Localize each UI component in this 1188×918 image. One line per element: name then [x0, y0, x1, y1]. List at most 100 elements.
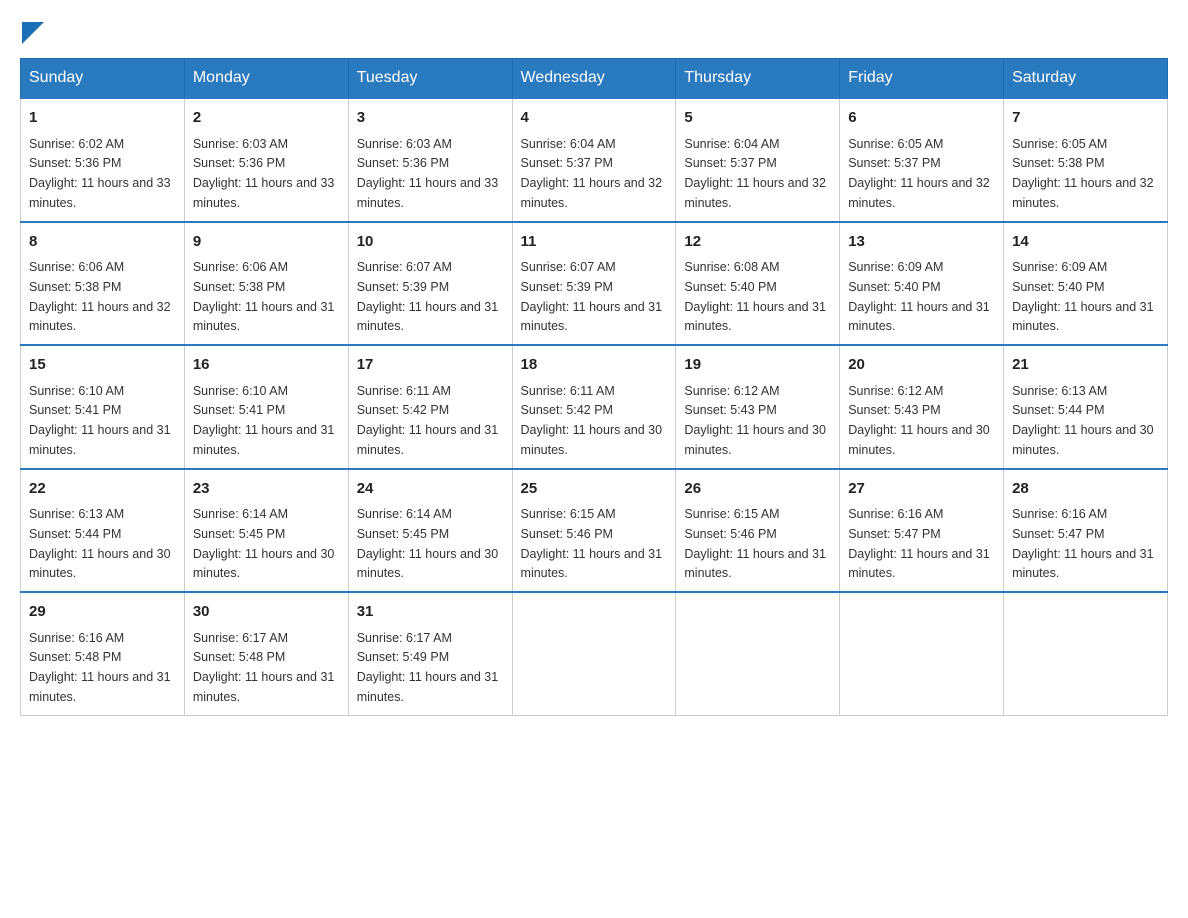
day-number: 16: [193, 354, 340, 377]
calendar-cell: 23 Sunrise: 6:14 AMSunset: 5:45 PMDayligh…: [184, 469, 348, 593]
day-info: Sunrise: 6:04 AMSunset: 5:37 PMDaylight:…: [684, 137, 826, 210]
logo-triangle-icon: [22, 22, 44, 44]
calendar-cell: [512, 592, 676, 715]
calendar-cell: 15 Sunrise: 6:10 AMSunset: 5:41 PMDayligh…: [21, 345, 185, 469]
calendar-cell: 7 Sunrise: 6:05 AMSunset: 5:38 PMDaylight…: [1004, 98, 1168, 222]
calendar-cell: 2Sunrise: 6:03 AMSunset: 5:36 PMDaylight…: [184, 98, 348, 222]
day-number: 23: [193, 478, 340, 501]
weekday-header-row: SundayMondayTuesdayWednesdayThursdayFrid…: [21, 59, 1168, 99]
day-number: 19: [684, 354, 831, 377]
day-number: 11: [521, 231, 668, 254]
calendar-cell: 21Sunrise: 6:13 AMSunset: 5:44 PMDayligh…: [1004, 345, 1168, 469]
day-info: Sunrise: 6:05 AMSunset: 5:37 PMDaylight:…: [848, 137, 990, 210]
weekday-header-saturday: Saturday: [1004, 59, 1168, 99]
day-number: 6: [848, 107, 995, 130]
day-number: 15: [29, 354, 176, 377]
week-row-2: 8 Sunrise: 6:06 AMSunset: 5:38 PMDaylight…: [21, 222, 1168, 346]
day-info: Sunrise: 6:14 AMSunset: 5:45 PMDaylight:…: [193, 507, 335, 580]
calendar-cell: 18Sunrise: 6:11 AMSunset: 5:42 PMDayligh…: [512, 345, 676, 469]
weekday-header-thursday: Thursday: [676, 59, 840, 99]
calendar-cell: 22 Sunrise: 6:13 AMSunset: 5:44 PMDayligh…: [21, 469, 185, 593]
weekday-header-wednesday: Wednesday: [512, 59, 676, 99]
calendar-cell: 25Sunrise: 6:15 AMSunset: 5:46 PMDayligh…: [512, 469, 676, 593]
day-number: 24: [357, 478, 504, 501]
day-info: Sunrise: 6:17 AMSunset: 5:49 PMDaylight:…: [357, 631, 499, 704]
day-info: Sunrise: 6:08 AMSunset: 5:40 PMDaylight:…: [684, 260, 826, 333]
calendar-cell: 17 Sunrise: 6:11 AMSunset: 5:42 PMDayligh…: [348, 345, 512, 469]
week-row-5: 29 Sunrise: 6:16 AMSunset: 5:48 PMDayligh…: [21, 592, 1168, 715]
day-number: 8: [29, 231, 176, 254]
day-number: 9: [193, 231, 340, 254]
day-info: Sunrise: 6:05 AMSunset: 5:38 PMDaylight:…: [1012, 137, 1154, 210]
day-number: 2: [193, 107, 340, 130]
weekday-header-monday: Monday: [184, 59, 348, 99]
calendar-cell: [840, 592, 1004, 715]
calendar-cell: 20 Sunrise: 6:12 AMSunset: 5:43 PMDayligh…: [840, 345, 1004, 469]
day-number: 25: [521, 478, 668, 501]
day-info: Sunrise: 6:04 AMSunset: 5:37 PMDaylight:…: [521, 137, 663, 210]
day-number: 4: [521, 107, 668, 130]
day-number: 1: [29, 107, 176, 130]
day-number: 13: [848, 231, 995, 254]
day-info: Sunrise: 6:14 AMSunset: 5:45 PMDaylight:…: [357, 507, 499, 580]
day-info: Sunrise: 6:09 AMSunset: 5:40 PMDaylight:…: [1012, 260, 1154, 333]
calendar-cell: 27Sunrise: 6:16 AMSunset: 5:47 PMDayligh…: [840, 469, 1004, 593]
day-info: Sunrise: 6:15 AMSunset: 5:46 PMDaylight:…: [684, 507, 826, 580]
week-row-1: 1 Sunrise: 6:02 AMSunset: 5:36 PMDaylight…: [21, 98, 1168, 222]
day-number: 17: [357, 354, 504, 377]
day-info: Sunrise: 6:16 AMSunset: 5:47 PMDaylight:…: [848, 507, 990, 580]
week-row-4: 22 Sunrise: 6:13 AMSunset: 5:44 PMDayligh…: [21, 469, 1168, 593]
calendar-cell: 19 Sunrise: 6:12 AMSunset: 5:43 PMDayligh…: [676, 345, 840, 469]
logo: [20, 20, 44, 38]
calendar-cell: 1 Sunrise: 6:02 AMSunset: 5:36 PMDaylight…: [21, 98, 185, 222]
day-number: 22: [29, 478, 176, 501]
day-info: Sunrise: 6:10 AMSunset: 5:41 PMDaylight:…: [29, 384, 171, 457]
day-number: 12: [684, 231, 831, 254]
day-number: 30: [193, 601, 340, 624]
day-info: Sunrise: 6:12 AMSunset: 5:43 PMDaylight:…: [684, 384, 826, 457]
calendar-cell: 5 Sunrise: 6:04 AMSunset: 5:37 PMDaylight…: [676, 98, 840, 222]
day-number: 21: [1012, 354, 1159, 377]
calendar-cell: 11 Sunrise: 6:07 AMSunset: 5:39 PMDayligh…: [512, 222, 676, 346]
day-number: 26: [684, 478, 831, 501]
day-info: Sunrise: 6:16 AMSunset: 5:48 PMDaylight:…: [29, 631, 171, 704]
weekday-header-tuesday: Tuesday: [348, 59, 512, 99]
day-number: 7: [1012, 107, 1159, 130]
calendar-cell: 3Sunrise: 6:03 AMSunset: 5:36 PMDaylight…: [348, 98, 512, 222]
calendar-cell: 10 Sunrise: 6:07 AMSunset: 5:39 PMDayligh…: [348, 222, 512, 346]
day-number: 3: [357, 107, 504, 130]
day-number: 31: [357, 601, 504, 624]
day-info: Sunrise: 6:07 AMSunset: 5:39 PMDaylight:…: [357, 260, 499, 333]
calendar-cell: 31 Sunrise: 6:17 AMSunset: 5:49 PMDayligh…: [348, 592, 512, 715]
day-info: Sunrise: 6:06 AMSunset: 5:38 PMDaylight:…: [29, 260, 171, 333]
day-info: Sunrise: 6:02 AMSunset: 5:36 PMDaylight:…: [29, 137, 171, 210]
calendar-cell: 12 Sunrise: 6:08 AMSunset: 5:40 PMDayligh…: [676, 222, 840, 346]
calendar-cell: 16Sunrise: 6:10 AMSunset: 5:41 PMDayligh…: [184, 345, 348, 469]
calendar-cell: 6 Sunrise: 6:05 AMSunset: 5:37 PMDaylight…: [840, 98, 1004, 222]
day-number: 10: [357, 231, 504, 254]
day-info: Sunrise: 6:11 AMSunset: 5:42 PMDaylight:…: [357, 384, 499, 457]
day-number: 28: [1012, 478, 1159, 501]
day-info: Sunrise: 6:13 AMSunset: 5:44 PMDaylight:…: [29, 507, 171, 580]
calendar-cell: [676, 592, 840, 715]
calendar-cell: 4 Sunrise: 6:04 AMSunset: 5:37 PMDaylight…: [512, 98, 676, 222]
calendar-table: SundayMondayTuesdayWednesdayThursdayFrid…: [20, 58, 1168, 716]
calendar-cell: 30Sunrise: 6:17 AMSunset: 5:48 PMDayligh…: [184, 592, 348, 715]
day-info: Sunrise: 6:06 AMSunset: 5:38 PMDaylight:…: [193, 260, 335, 333]
day-info: Sunrise: 6:12 AMSunset: 5:43 PMDaylight:…: [848, 384, 990, 457]
day-number: 14: [1012, 231, 1159, 254]
calendar-cell: 14 Sunrise: 6:09 AMSunset: 5:40 PMDayligh…: [1004, 222, 1168, 346]
calendar-cell: 29 Sunrise: 6:16 AMSunset: 5:48 PMDayligh…: [21, 592, 185, 715]
calendar-cell: 24 Sunrise: 6:14 AMSunset: 5:45 PMDayligh…: [348, 469, 512, 593]
day-info: Sunrise: 6:07 AMSunset: 5:39 PMDaylight:…: [521, 260, 663, 333]
week-row-3: 15 Sunrise: 6:10 AMSunset: 5:41 PMDayligh…: [21, 345, 1168, 469]
day-number: 18: [521, 354, 668, 377]
calendar-cell: 26 Sunrise: 6:15 AMSunset: 5:46 PMDayligh…: [676, 469, 840, 593]
page-header: [20, 20, 1168, 38]
day-number: 29: [29, 601, 176, 624]
day-info: Sunrise: 6:09 AMSunset: 5:40 PMDaylight:…: [848, 260, 990, 333]
calendar-cell: 8 Sunrise: 6:06 AMSunset: 5:38 PMDaylight…: [21, 222, 185, 346]
day-number: 5: [684, 107, 831, 130]
day-number: 20: [848, 354, 995, 377]
calendar-cell: [1004, 592, 1168, 715]
